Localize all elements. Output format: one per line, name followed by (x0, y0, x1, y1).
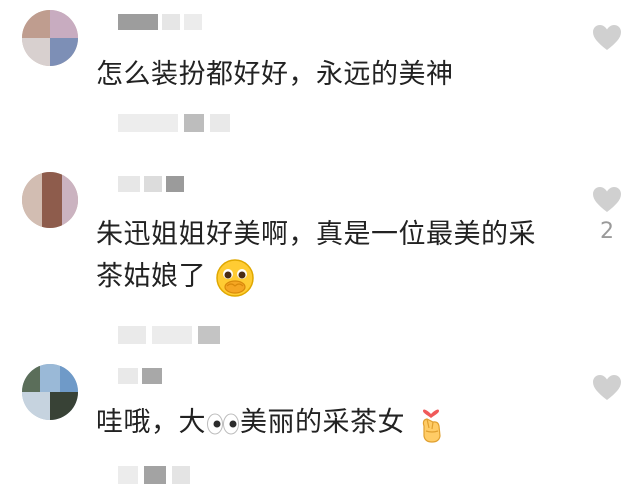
comment-text-line: 朱迅姐姐好美啊，真是一位最美的采 (96, 219, 536, 250)
comment-meta (118, 114, 230, 132)
comment-text-content: 茶姑娘了 (96, 261, 206, 292)
comment-text-line: 茶姑娘了 (96, 256, 566, 298)
username[interactable] (118, 14, 202, 30)
like-button[interactable]: 2 (592, 186, 622, 244)
avatar[interactable] (22, 364, 78, 420)
avatar[interactable] (22, 172, 78, 228)
pleading-face-emoji-icon (216, 258, 254, 297)
comment-meta (118, 466, 190, 484)
username[interactable] (118, 368, 162, 384)
comment-text: 朱迅姐姐好美啊，真是一位最美的采 茶姑娘了 (96, 214, 566, 298)
avatar[interactable] (22, 10, 78, 66)
heart-icon (593, 375, 621, 400)
eyes-emoji-icon (207, 413, 239, 434)
username[interactable] (118, 176, 184, 192)
comment-text-content: 哇哦，大 (96, 407, 206, 438)
comment-meta (118, 326, 220, 344)
heart-icon (593, 187, 621, 212)
like-button[interactable] (592, 24, 622, 51)
comment-text-content: 怎么装扮都好好，永远的美神 (96, 59, 454, 90)
like-count: 2 (600, 219, 614, 244)
comment-text-content: 美丽的采茶女 (240, 407, 405, 438)
comment-text: 怎么装扮都好好，永远的美神 (96, 54, 566, 96)
like-button[interactable] (592, 374, 622, 401)
comment-text: 哇哦，大 美丽的采茶女 (96, 402, 566, 444)
finger-heart-emoji-icon (422, 409, 441, 443)
heart-icon (593, 25, 621, 50)
